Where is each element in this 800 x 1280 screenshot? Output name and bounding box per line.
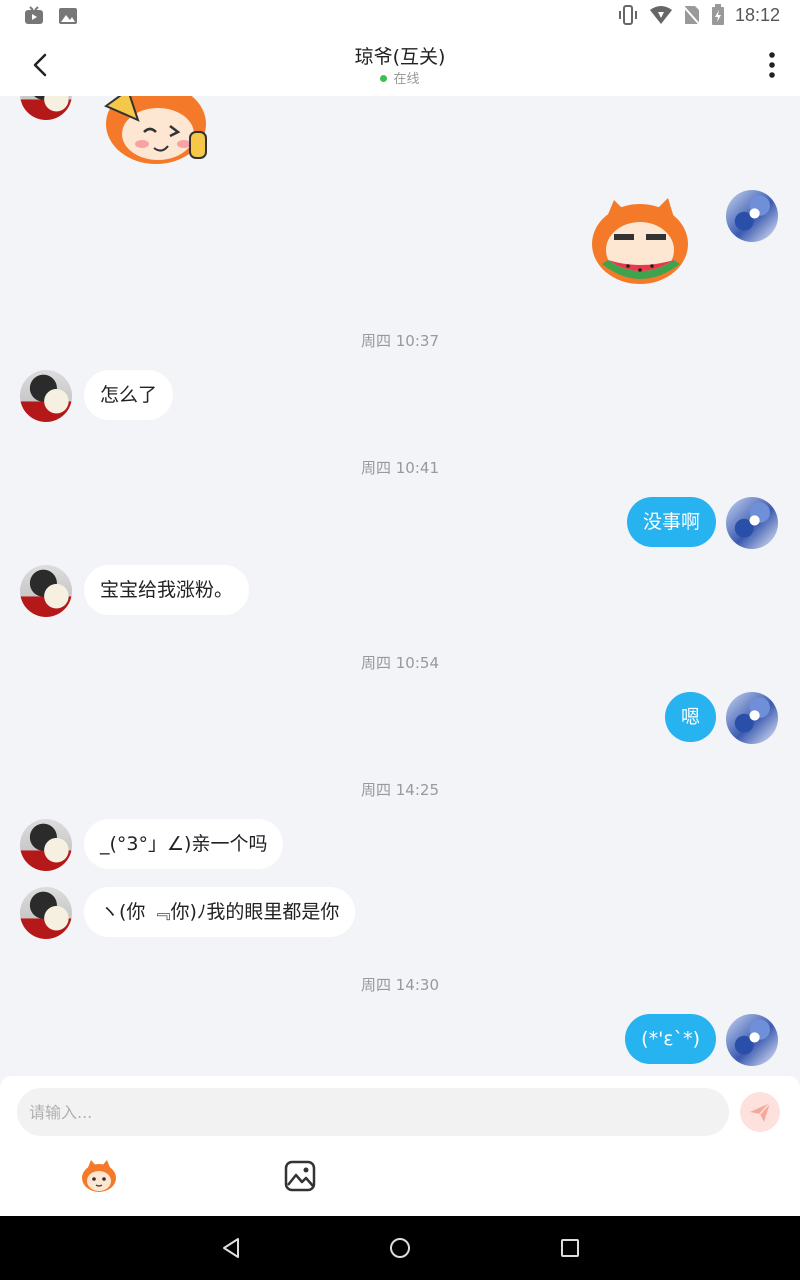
sticker-watermelon[interactable] bbox=[584, 194, 696, 292]
my-avatar[interactable] bbox=[726, 190, 778, 242]
vibrate-icon bbox=[618, 5, 637, 25]
outgoing-message[interactable]: 没事啊 bbox=[626, 497, 716, 547]
outgoing-message[interactable]: 嗯 bbox=[664, 692, 716, 742]
contact-avatar[interactable] bbox=[20, 887, 72, 939]
message-list[interactable]: 周四 10:37 怎么了 周四 10:41 没事啊 宝宝给我涨粉。 周四 10:… bbox=[0, 96, 800, 1076]
nav-back-icon[interactable] bbox=[219, 1236, 243, 1260]
timestamp: 周四 10:41 bbox=[361, 459, 439, 477]
sticker-picker-icon[interactable] bbox=[81, 1158, 117, 1194]
online-status-label: 在线 bbox=[393, 72, 420, 87]
my-avatar[interactable] bbox=[726, 1014, 778, 1066]
timestamp: 周四 10:37 bbox=[361, 332, 439, 350]
system-nav-bar bbox=[0, 1216, 800, 1280]
nav-home-icon[interactable] bbox=[388, 1236, 412, 1260]
composer-bar bbox=[0, 1076, 800, 1216]
contact-avatar[interactable] bbox=[20, 370, 72, 422]
contact-avatar[interactable] bbox=[20, 96, 72, 120]
tv-app-icon bbox=[25, 6, 43, 24]
timestamp: 周四 14:30 bbox=[361, 976, 439, 994]
send-icon bbox=[750, 1102, 771, 1122]
incoming-message[interactable]: _(°3°」∠)亲一个吗 bbox=[84, 819, 284, 869]
send-button[interactable] bbox=[740, 1092, 780, 1132]
message-input[interactable] bbox=[17, 1088, 729, 1136]
timestamp: 周四 10:54 bbox=[361, 654, 439, 672]
my-avatar[interactable] bbox=[726, 497, 778, 549]
chat-header: 琼爷(互关) 在线 bbox=[0, 32, 800, 96]
incoming-message[interactable]: 怎么了 bbox=[84, 370, 174, 420]
gallery-notification-icon bbox=[59, 8, 77, 24]
incoming-message[interactable]: 宝宝给我涨粉。 bbox=[84, 565, 250, 615]
online-status: 在线 bbox=[0, 68, 800, 87]
status-time: 18:12 bbox=[734, 4, 780, 25]
my-avatar[interactable] bbox=[726, 692, 778, 744]
online-dot bbox=[380, 75, 388, 82]
image-picker-icon[interactable] bbox=[282, 1158, 318, 1194]
contact-avatar[interactable] bbox=[20, 565, 72, 617]
contact-avatar[interactable] bbox=[20, 819, 72, 871]
no-sim-icon bbox=[683, 6, 701, 26]
timestamp: 周四 14:25 bbox=[361, 781, 439, 799]
contact-name: 琼爷(互关) bbox=[354, 46, 446, 68]
wifi-icon bbox=[649, 6, 672, 24]
nav-recents-icon[interactable] bbox=[558, 1236, 582, 1260]
status-bar: 18:12 bbox=[0, 0, 800, 32]
outgoing-message[interactable]: (*'ε`*) bbox=[625, 1014, 716, 1064]
more-options-icon[interactable] bbox=[766, 50, 778, 80]
sticker-thumbs-up[interactable] bbox=[98, 96, 214, 168]
battery-charging-icon bbox=[711, 4, 724, 25]
incoming-message[interactable]: ヽ(你 ﹃你)ﾉ我的眼里都是你 bbox=[84, 887, 356, 937]
